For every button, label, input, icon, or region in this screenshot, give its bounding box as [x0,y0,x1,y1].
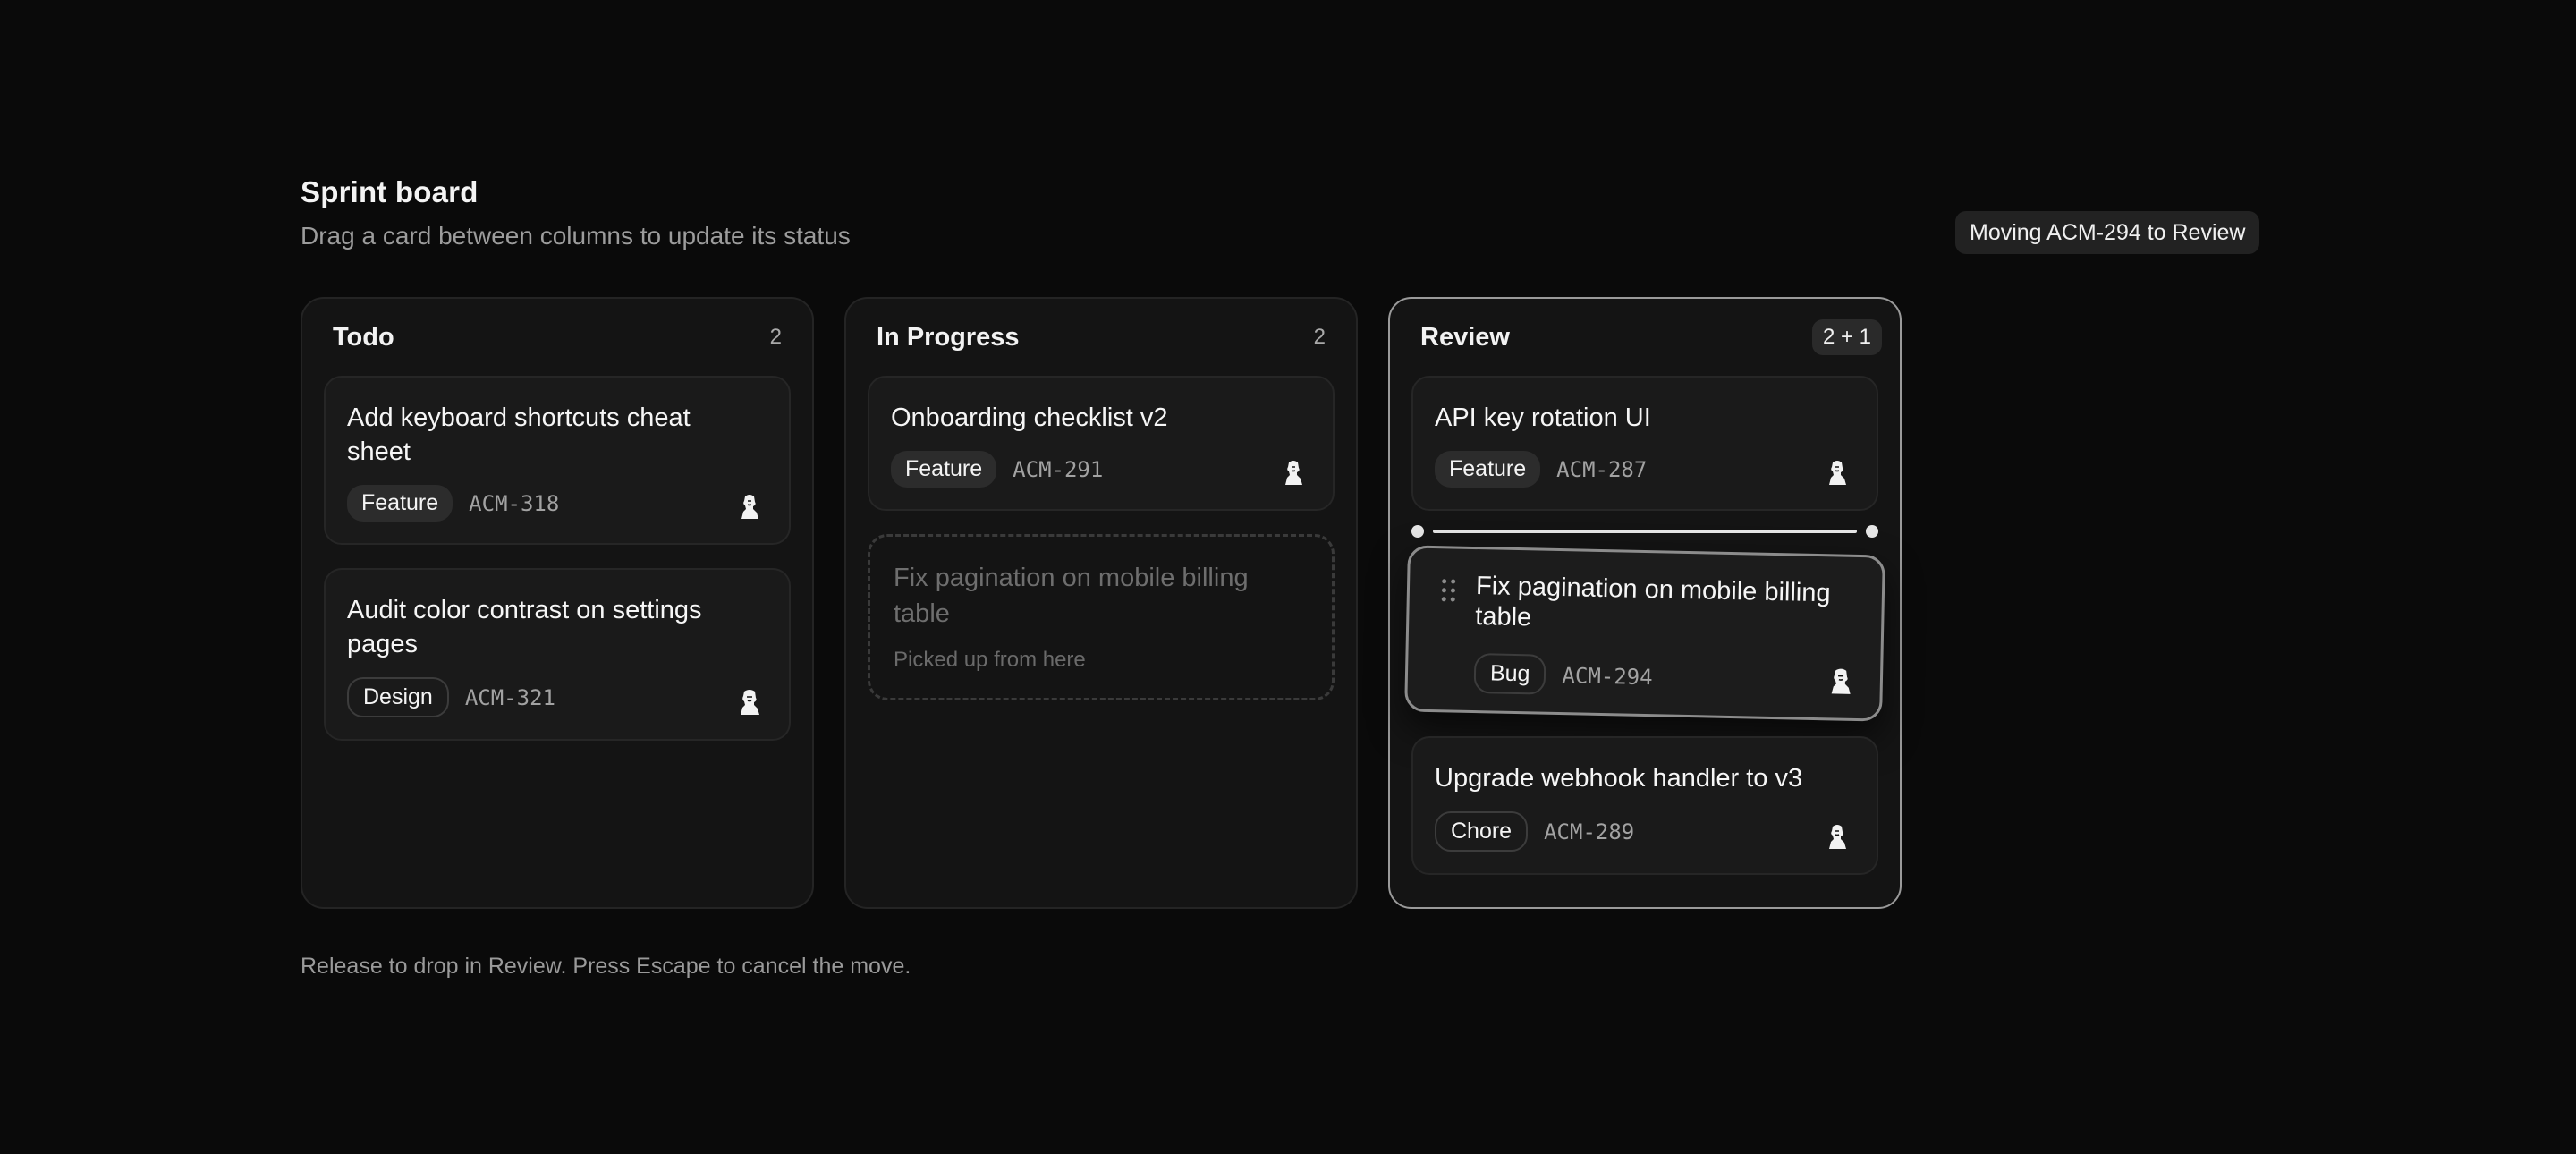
drop-indicator [1411,525,1878,538]
page-subtitle: Drag a card between columns to update it… [301,222,851,250]
card-tag: Feature [1435,451,1541,488]
page-title: Sprint board [301,175,479,208]
drag-status-toast: Moving ACM-294 to Review [1955,211,2260,254]
task-card[interactable]: Add keyboard shortcuts cheat sheet Featu… [324,376,791,545]
card-id: ACM-287 [1556,456,1648,482]
dragging-card[interactable]: Fix pagination on mobile billing table B… [1404,545,1885,722]
column-title: In Progress [877,322,1020,352]
card-tag: Feature [891,451,997,488]
column-header: Todo 2 [324,299,791,376]
drag-instructions: Release to drop in Review. Press Escape … [301,954,911,979]
column-title: Review [1420,322,1510,352]
drag-origin-placeholder: Fix pagination on mobile billing table P… [868,534,1335,700]
column-in-progress[interactable]: In Progress 2 Onboarding checklist v2 Fe… [844,297,1358,909]
card-tag: Chore [1435,811,1529,852]
card-tag: Feature [347,485,453,522]
card-tag: Design [347,677,449,717]
card-id: ACM-289 [1544,819,1635,844]
card-tag: Bug [1473,653,1546,695]
placeholder-note: Picked up from here [894,648,1086,672]
column-count-badge: 2 + 1 [1811,319,1882,355]
column-title: Todo [333,322,394,352]
card-id: ACM-294 [1562,662,1653,690]
column-header: Review 2 + 1 [1411,299,1882,376]
drop-indicator-dot [1866,525,1878,538]
task-card[interactable]: Upgrade webhook handler to v3 Chore ACM-… [1411,736,1878,875]
column-todo[interactable]: Todo 2 Add keyboard shortcuts cheat shee… [301,297,814,909]
assignee-avatar-icon [1829,461,1846,485]
card-title: Add keyboard shortcuts cheat sheet [347,403,691,466]
card-title: Onboarding checklist v2 [891,403,1168,432]
assignee-avatar-icon [1829,825,1846,849]
card-title: API key rotation UI [1435,403,1651,432]
card-id: ACM-318 [469,490,560,516]
task-card[interactable]: API key rotation UI Feature ACM-287 [1411,376,1878,511]
kanban-board: Todo 2 Add keyboard shortcuts cheat shee… [301,297,1902,909]
placeholder-title: Fix pagination on mobile billing table [894,564,1249,628]
card-title: Upgrade webhook handler to v3 [1435,764,1803,793]
column-header: In Progress 2 [868,299,1335,376]
drop-indicator-line [1433,530,1857,533]
column-count: 2 [1313,325,1326,349]
card-title: Audit color contrast on settings pages [347,596,702,658]
drop-indicator-dot [1411,525,1424,538]
assignee-avatar-icon [741,495,758,519]
card-id: ACM-291 [1013,456,1104,482]
task-card[interactable]: Audit color contrast on settings pages D… [324,568,791,741]
assignee-avatar-icon [1831,668,1851,694]
card-title: Fix pagination on mobile billing table [1475,572,1831,632]
assignee-avatar-icon [1285,461,1302,485]
card-id: ACM-321 [464,684,555,710]
column-count: 2 [769,325,782,349]
task-card[interactable]: Onboarding checklist v2 Feature ACM-291 [868,376,1335,511]
board-header: Sprint board Drag a card between columns… [301,175,851,250]
column-review[interactable]: Review 2 + 1 API key rotation UI Feature… [1388,297,1902,909]
drag-handle-icon[interactable] [1441,579,1457,602]
assignee-avatar-icon [741,690,759,715]
